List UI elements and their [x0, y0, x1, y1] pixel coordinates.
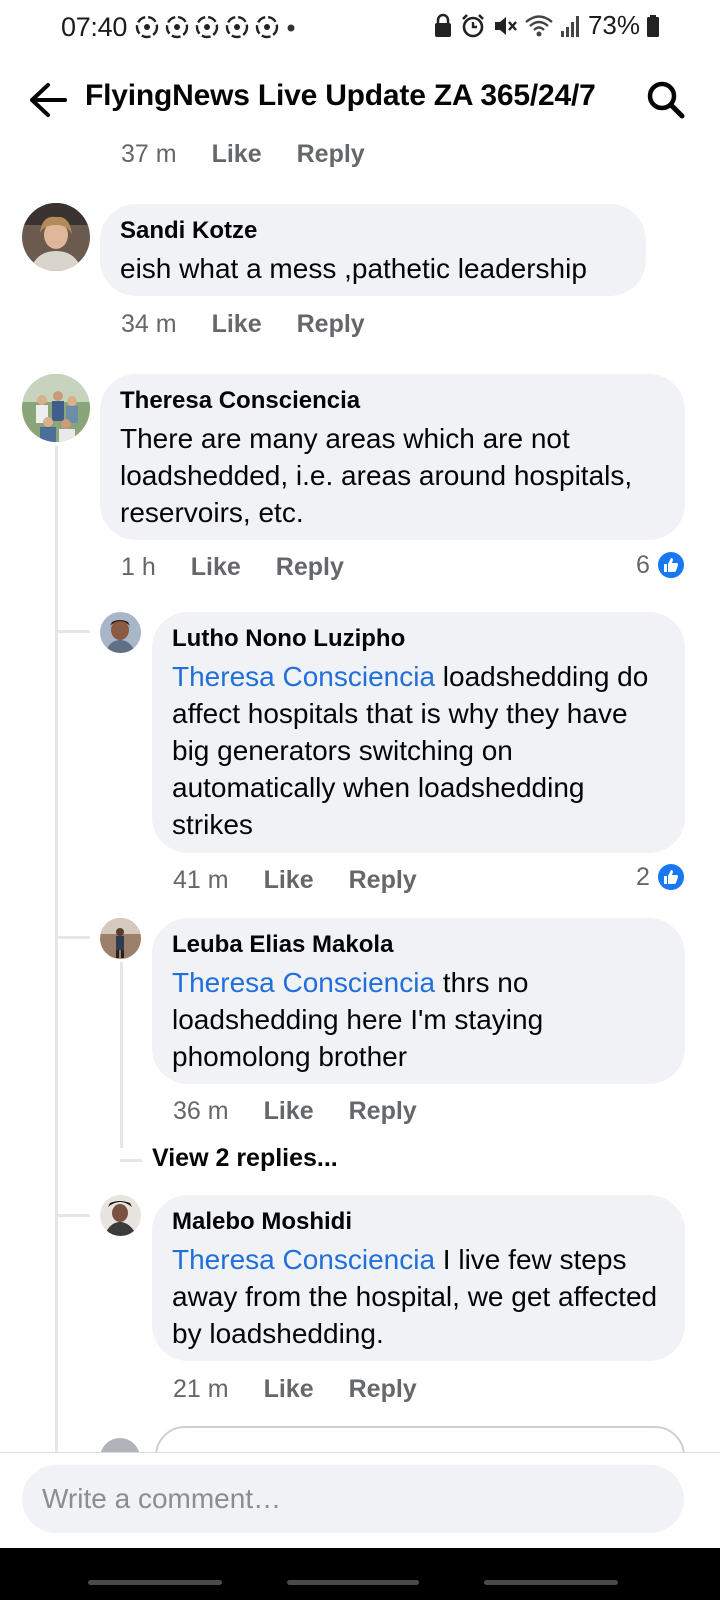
sync-icon: [225, 15, 249, 39]
reply-bubble[interactable]: Malebo Moshidi Theresa Consciencia I liv…: [152, 1195, 685, 1361]
comment-author[interactable]: Theresa Consciencia: [120, 386, 665, 416]
thread-line-leuba-replies: [120, 962, 123, 1148]
like-button[interactable]: Like: [264, 1097, 314, 1126]
like-button[interactable]: Like: [212, 310, 262, 339]
reply-button[interactable]: Reply: [276, 553, 344, 582]
search-icon: [647, 81, 685, 119]
alarm-icon: [462, 13, 484, 37]
sync-icon: [195, 15, 219, 39]
comment-text: Theresa Consciencia thrs no loadshedding…: [172, 964, 665, 1075]
reaction-number: 6: [636, 550, 650, 579]
thread-connector-lutho: [58, 630, 90, 633]
avatar[interactable]: [100, 612, 141, 653]
write-comment-input[interactable]: [22, 1465, 684, 1533]
comment-author[interactable]: Malebo Moshidi: [172, 1207, 665, 1237]
sync-icon: [165, 15, 189, 39]
system-navigation-bar: [0, 1548, 720, 1600]
thread-connector-leuba: [58, 936, 90, 939]
comment-author[interactable]: Sandi Kotze: [120, 216, 626, 246]
reply-button[interactable]: Reply: [297, 310, 365, 339]
battery-icon: [647, 14, 659, 37]
comment-bubble[interactable]: Sandi Kotze eish what a mess ,pathetic l…: [100, 204, 646, 296]
like-button[interactable]: Like: [264, 866, 314, 895]
sync-icon: [135, 15, 159, 39]
thread-line-main: [55, 446, 58, 1452]
reaction-number: 2: [636, 862, 650, 891]
reply-bubble[interactable]: Lutho Nono Luzipho Theresa Consciencia l…: [152, 612, 685, 853]
status-time: 07:40: [61, 12, 128, 42]
avatar[interactable]: [22, 203, 90, 271]
comment-meta: 21 m Like Reply: [173, 1375, 417, 1404]
reaction-count[interactable]: 6: [636, 550, 686, 580]
page-title: FlyingNews Live Update ZA 365/24/7: [85, 79, 596, 112]
status-bar: 07:40 73%: [0, 0, 720, 56]
app-header: FlyingNews Live Update ZA 365/24/7: [0, 70, 720, 130]
comment-meta: 41 m Like Reply: [173, 866, 417, 895]
reply-bubble[interactable]: Leuba Elias Makola Theresa Consciencia t…: [152, 918, 685, 1084]
system-icons: 73%: [432, 10, 660, 41]
wifi-icon: [525, 14, 553, 36]
comment-text: eish what a mess ,pathetic leadership: [120, 253, 587, 284]
notification-icons: [134, 14, 298, 40]
comment-time: 1 h: [121, 553, 156, 581]
battery-percentage: 73%: [587, 10, 640, 40]
thread-connector-malebo: [58, 1214, 90, 1217]
reply-button[interactable]: Reply: [349, 866, 417, 895]
mention-link[interactable]: Theresa Consciencia: [172, 967, 435, 998]
comment-meta: 34 m Like Reply: [121, 310, 365, 339]
mention-link[interactable]: Theresa Consciencia: [172, 661, 435, 692]
comment-time: 34 m: [121, 310, 177, 338]
recents-button[interactable]: [88, 1580, 222, 1585]
sync-icon: [255, 15, 279, 39]
mention-link[interactable]: Theresa Consciencia: [172, 1244, 435, 1275]
arrow-left-icon: [30, 83, 67, 117]
comment-text: Theresa Consciencia I live few steps awa…: [172, 1241, 665, 1352]
comment-author[interactable]: Leuba Elias Makola: [172, 930, 665, 960]
comment-meta: 37 m Like Reply: [121, 140, 365, 169]
signal-icon: [560, 15, 579, 37]
avatar[interactable]: [100, 918, 141, 959]
back-button[interactable]: [26, 78, 70, 122]
reaction-count[interactable]: 2: [636, 862, 686, 892]
comment-text: There are many areas which are not loads…: [120, 423, 633, 528]
thumbs-up-icon: [655, 550, 686, 580]
like-button[interactable]: Like: [212, 140, 262, 169]
reply-button[interactable]: Reply: [349, 1097, 417, 1126]
dot-icon: [287, 24, 295, 32]
reply-button[interactable]: Reply: [349, 1375, 417, 1404]
reply-button[interactable]: Reply: [297, 140, 365, 169]
comment-meta: 1 h Like Reply: [121, 553, 344, 582]
avatar[interactable]: [100, 1195, 141, 1236]
like-button[interactable]: Like: [264, 1375, 314, 1404]
comment-time: 21 m: [173, 1375, 229, 1403]
back-nav-button[interactable]: [484, 1580, 618, 1585]
home-button[interactable]: [287, 1580, 419, 1585]
thread-connector-view-replies: [120, 1159, 142, 1162]
comment-time: 37 m: [121, 140, 177, 168]
thumbs-up-icon: [655, 862, 686, 892]
avatar[interactable]: [22, 374, 90, 442]
comment-meta: 36 m Like Reply: [173, 1097, 417, 1126]
comment-time: 41 m: [173, 866, 229, 894]
mute-icon: [494, 16, 517, 35]
comment-text: Theresa Consciencia loadshedding do affe…: [172, 658, 665, 843]
comment-bubble[interactable]: Theresa Consciencia There are many areas…: [100, 374, 685, 540]
comment-composer: [0, 1452, 720, 1548]
lock-icon: [434, 13, 451, 37]
comments-screen: 07:40 73% FlyingNews Live Update ZA 365/…: [0, 0, 720, 1600]
comment-author[interactable]: Lutho Nono Luzipho: [172, 624, 665, 654]
comment-time: 36 m: [173, 1097, 229, 1125]
like-button[interactable]: Like: [191, 553, 241, 582]
view-replies-link[interactable]: View 2 replies...: [152, 1144, 338, 1173]
search-button[interactable]: [644, 78, 688, 122]
